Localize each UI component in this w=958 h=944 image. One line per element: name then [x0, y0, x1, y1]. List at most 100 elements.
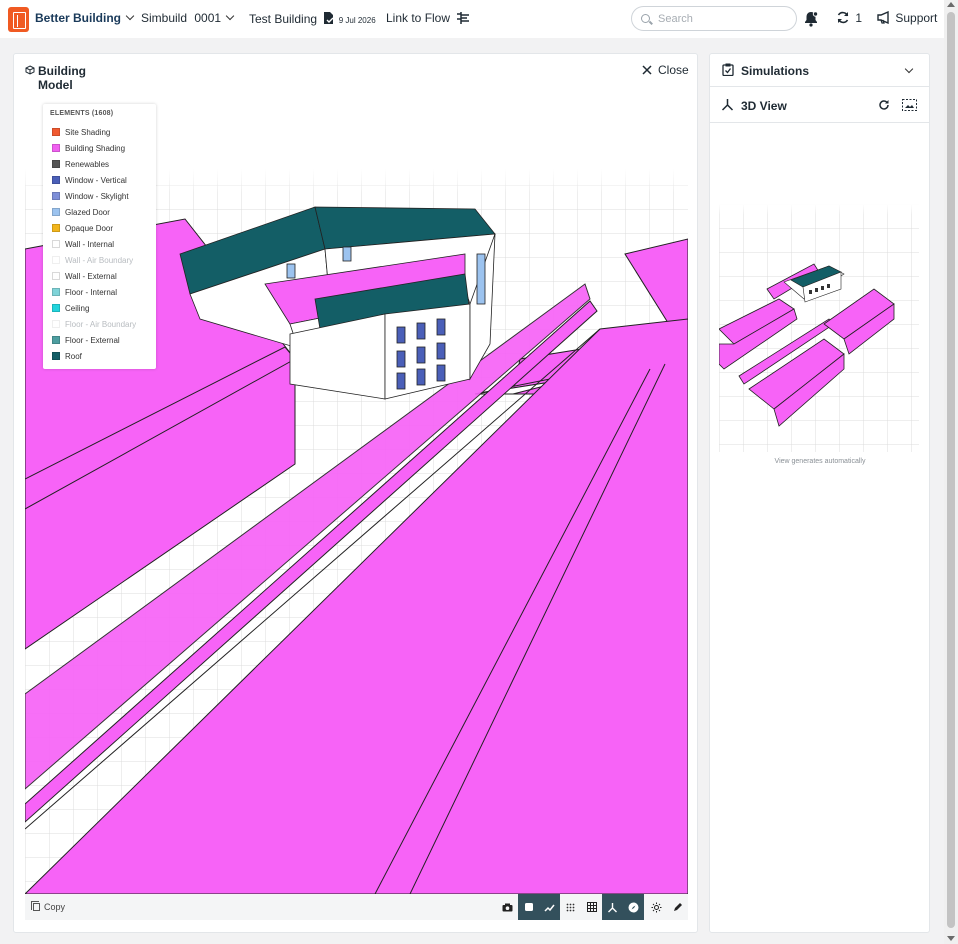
legend-swatch: [52, 224, 60, 232]
legend-item[interactable]: Window - Vertical: [52, 174, 127, 186]
chart-icon: [544, 904, 555, 912]
scroll-up-icon[interactable]: [947, 2, 955, 7]
legend-label: Floor - External: [65, 335, 120, 345]
elements-legend: ELEMENTS (1608) Site Shading Building Sha…: [43, 104, 156, 369]
legend-item[interactable]: Site Shading: [52, 126, 110, 138]
search-icon: [641, 14, 650, 23]
search-input[interactable]: [658, 11, 788, 27]
solid-view-button[interactable]: [518, 894, 539, 920]
legend-swatch: [52, 144, 60, 152]
legend-swatch: [52, 352, 60, 360]
copy-button[interactable]: Copy: [31, 901, 65, 912]
sync-icon: [837, 11, 849, 24]
legend-item[interactable]: Wall - Air Boundary: [52, 254, 133, 266]
side-panel: Simulations 3D View View generates autom…: [709, 53, 930, 933]
legend-item[interactable]: Ceiling: [52, 302, 89, 314]
legend-label: Window - Vertical: [65, 175, 127, 185]
screenshot-icon[interactable]: [902, 99, 917, 111]
cube-icon: [25, 65, 35, 75]
legend-swatch: [52, 256, 60, 264]
chart-button[interactable]: [539, 894, 560, 920]
legend-item[interactable]: Building Shading: [52, 142, 125, 154]
building-name: Test Building: [249, 12, 318, 26]
legend-label: Glazed Door: [65, 207, 110, 217]
simulations-title: Simulations: [741, 64, 810, 78]
legend-swatch: [52, 272, 60, 280]
legend-item[interactable]: Opaque Door: [52, 222, 113, 234]
legend-item[interactable]: Floor - External: [52, 334, 120, 346]
cube-icon: [524, 903, 533, 911]
3d-view-title: 3D View: [741, 99, 787, 113]
preview-caption: View generates automatically: [774, 458, 866, 465]
legend-item[interactable]: Floor - Air Boundary: [52, 318, 136, 330]
legend-title: ELEMENTS (1608): [50, 110, 114, 117]
legend-item[interactable]: Floor - Internal: [52, 286, 117, 298]
legend-item[interactable]: Renewables: [52, 158, 109, 170]
legend-swatch: [52, 176, 60, 184]
legend-label: Wall - External: [65, 271, 117, 281]
axes-button[interactable]: [602, 894, 623, 920]
copy-icon: [31, 901, 40, 911]
project-number: 0001: [194, 11, 222, 25]
3d-preview[interactable]: [719, 204, 919, 452]
legend-swatch: [52, 288, 60, 296]
link-to-flow-label: Link to Flow: [386, 11, 451, 25]
support-label: Support: [895, 11, 938, 25]
table-button[interactable]: [581, 894, 602, 920]
legend-swatch: [52, 320, 60, 328]
link-to-flow-button[interactable]: Link to Flow: [386, 11, 470, 25]
logo-icon[interactable]: [8, 7, 29, 32]
sun-icon: [651, 902, 662, 912]
dots-grid-icon: [566, 903, 575, 911]
building-selector[interactable]: Test Building 9 Jul 2026: [249, 11, 376, 26]
legend-swatch: [52, 192, 60, 200]
legend-label: Site Shading: [65, 127, 111, 137]
compass-icon: [628, 902, 639, 912]
close-icon: [642, 65, 652, 75]
clipboard-check-icon: [722, 63, 734, 76]
project-menu[interactable]: Simbuild 0001: [141, 11, 235, 25]
document-check-icon: [324, 12, 334, 24]
legend-item[interactable]: Wall - External: [52, 270, 117, 282]
legend-item[interactable]: Glazed Door: [52, 206, 110, 218]
pencil-icon: [673, 903, 682, 911]
edit-button[interactable]: [667, 894, 688, 920]
megaphone-icon: [877, 10, 889, 25]
legend-item[interactable]: Wall - Internal: [52, 238, 114, 250]
panel-title: Building Model: [38, 64, 86, 92]
simulations-header[interactable]: Simulations: [710, 54, 929, 87]
page-scrollbar[interactable]: [944, 0, 958, 944]
compass-button[interactable]: [623, 894, 644, 920]
legend-swatch: [52, 208, 60, 216]
refresh-icon[interactable]: [878, 99, 890, 111]
chevron-down-icon: [225, 11, 235, 21]
close-label: Close: [658, 63, 689, 77]
scroll-down-icon[interactable]: [947, 936, 955, 941]
legend-label: Roof: [65, 351, 82, 361]
sun-button[interactable]: [646, 894, 667, 920]
legend-item[interactable]: Roof: [52, 350, 82, 362]
points-button[interactable]: [560, 894, 581, 920]
legend-label: Building Shading: [65, 143, 126, 153]
axes-icon: [608, 902, 617, 912]
legend-item[interactable]: Window - Skylight: [52, 190, 129, 202]
building-model-panel: Building Model Close ELEMENTS (1608) Sit…: [13, 53, 698, 933]
chevron-down-icon: [125, 11, 135, 21]
notifications-icon[interactable]: [803, 11, 819, 27]
brand-menu[interactable]: Better Building: [35, 11, 135, 25]
support-button[interactable]: Support: [877, 10, 938, 25]
camera-button[interactable]: [497, 894, 518, 920]
3d-viewport[interactable]: ELEMENTS (1608) Site Shading Building Sha…: [25, 89, 688, 894]
chevron-down-icon[interactable]: [904, 64, 914, 74]
close-button[interactable]: Close: [642, 63, 689, 77]
sync-status[interactable]: 1: [836, 11, 862, 25]
legend-swatch: [52, 304, 60, 312]
legend-swatch: [52, 128, 60, 136]
legend-label: Wall - Internal: [65, 239, 115, 249]
legend-label: Ceiling: [65, 303, 90, 313]
search-box[interactable]: [631, 6, 797, 31]
axes-icon: [721, 99, 734, 111]
sync-count: 1: [855, 11, 863, 25]
scroll-thumb[interactable]: [947, 12, 955, 928]
legend-label: Wall - Air Boundary: [65, 255, 134, 265]
